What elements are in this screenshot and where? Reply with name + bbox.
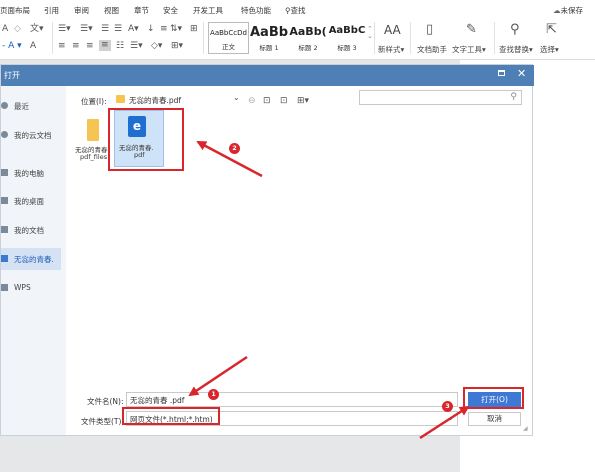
annotation-badge-1: 1	[208, 389, 219, 400]
annotation-badge-3: 3	[442, 401, 453, 412]
annotation-badge-2: 2	[229, 143, 240, 154]
annotation-arrows	[188, 140, 470, 440]
annotation-arrow-3	[419, 405, 470, 440]
annotation-arrow-1	[188, 355, 248, 397]
